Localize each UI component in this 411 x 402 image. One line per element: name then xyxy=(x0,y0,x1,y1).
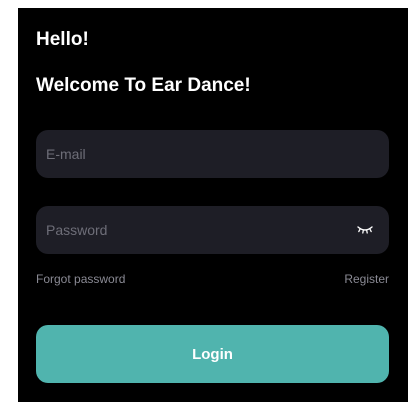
password-input[interactable] xyxy=(46,222,355,238)
forgot-password-link[interactable]: Forgot password xyxy=(36,272,125,286)
greeting-heading: Hello! xyxy=(36,29,89,50)
eye-closed-icon[interactable] xyxy=(355,223,375,237)
password-field-container xyxy=(36,206,389,254)
login-screen: Hello! Welcome To Ear Dance! Forgot pass… xyxy=(18,8,408,402)
register-link[interactable]: Register xyxy=(344,272,389,286)
login-button[interactable]: Login xyxy=(36,325,389,383)
email-input[interactable] xyxy=(46,146,375,162)
email-field-container xyxy=(36,130,389,178)
welcome-heading: Welcome To Ear Dance! xyxy=(36,75,251,96)
auth-links: Forgot password Register xyxy=(36,272,389,286)
